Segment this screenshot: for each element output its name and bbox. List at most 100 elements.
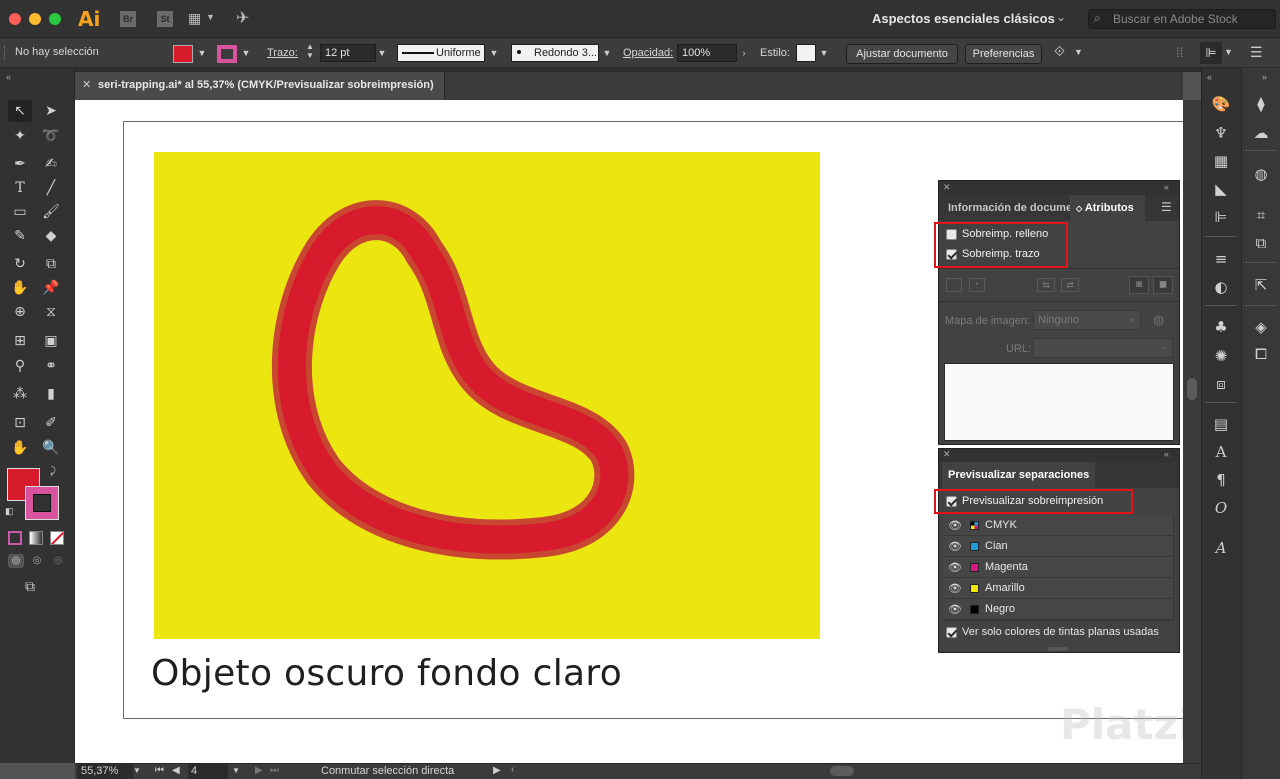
align-panel-icon[interactable]: ⊫ <box>1200 42 1222 64</box>
preferences-button[interactable]: Preferencias <box>965 44 1042 64</box>
overprint-preview-checkbox[interactable] <box>946 496 957 507</box>
chevron-down-icon[interactable]: ▼ <box>601 44 613 62</box>
draw-behind-icon[interactable]: ◎ <box>29 554 45 568</box>
minimize-window-button[interactable] <box>29 13 41 25</box>
draw-normal-icon[interactable]: ◎ <box>8 554 24 568</box>
chevron-down-icon[interactable]: ⌄ <box>1160 341 1168 352</box>
collapse-icon[interactable]: « <box>1164 182 1169 192</box>
spot-colors-only-label[interactable]: Ver solo colores de tintas planas usadas <box>962 626 1159 638</box>
shape-builder-tool-icon[interactable]: ⊕ <box>8 301 32 323</box>
separations-panel-header[interactable] <box>939 449 1179 463</box>
chevron-down-icon[interactable]: ▼ <box>1224 47 1233 57</box>
tab-attributes[interactable]: ◇ Atributos <box>1070 195 1145 221</box>
direct-selection-tool-icon[interactable]: ➤ <box>39 100 63 122</box>
eyedropper-tool-icon[interactable]: ⚲ <box>8 355 32 377</box>
scale-tool-icon[interactable]: ⧉ <box>39 253 63 275</box>
chevron-down-icon[interactable]: ⌄ <box>1128 313 1136 324</box>
line-tool-icon[interactable]: ╱ <box>39 177 63 199</box>
image-map-select[interactable]: Ninguno <box>1033 310 1141 330</box>
swap-fill-stroke-icon[interactable]: ⤸ <box>50 466 56 477</box>
rotate-tool-icon[interactable]: ↻ <box>8 253 32 275</box>
eye-icon[interactable]: 👁 <box>948 582 962 595</box>
artboards-panel-icon[interactable]: ⧠ <box>1250 343 1272 365</box>
stroke-weight-field[interactable]: 12 pt <box>320 44 376 62</box>
document-setup-button[interactable]: Ajustar documento <box>846 44 958 64</box>
reverse-path-icon[interactable]: ⇆ <box>1037 278 1055 292</box>
stroke-label[interactable]: Trazo: <box>267 47 298 59</box>
collapse-icon[interactable]: » <box>1262 72 1267 82</box>
pen-tool-icon[interactable]: ✒ <box>8 153 32 175</box>
overprint-preview-label[interactable]: Previsualizar sobreimpresión <box>962 495 1103 507</box>
appearance-panel-icon[interactable]: ✺ <box>1210 345 1232 367</box>
chevron-down-icon[interactable]: ▼ <box>133 766 141 775</box>
close-icon[interactable]: ✕ <box>943 449 951 460</box>
arrange-icon[interactable]: ⟐ <box>1054 43 1065 60</box>
transform-panel-icon[interactable]: ⌗ <box>1250 204 1272 226</box>
curvature-tool-icon[interactable]: ✍ <box>39 153 63 175</box>
fill-color-swatch[interactable] <box>173 45 193 63</box>
paragraph-panel-icon[interactable]: ¶ <box>1210 469 1232 491</box>
symbols-panel-icon[interactable]: ♣ <box>1210 316 1232 338</box>
browser-globe-icon[interactable]: ◍ <box>1153 312 1164 328</box>
menu-icon[interactable]: ☰ <box>1250 44 1263 61</box>
brushes-panel-icon[interactable]: ♆ <box>1210 122 1232 144</box>
graphic-styles-panel-icon[interactable]: ▤ <box>1210 413 1232 435</box>
opacity-label[interactable]: Opacidad: <box>623 47 673 59</box>
artboard-caption[interactable]: Objeto oscuro fondo claro <box>151 653 622 694</box>
workspace-switcher[interactable]: Aspectos esenciales clásicos <box>872 11 1055 26</box>
overprint-fill-label[interactable]: Sobreimp. relleno <box>962 228 1048 240</box>
collapse-icon[interactable]: « <box>6 72 11 82</box>
zoom-level-field[interactable]: 55,37% <box>81 765 118 777</box>
close-icon[interactable]: ✕ <box>943 182 951 193</box>
puppet-warp-tool-icon[interactable]: 📌 <box>39 277 63 299</box>
graphic-style-swatch[interactable] <box>796 44 816 62</box>
gradient-mode-icon[interactable] <box>29 531 43 545</box>
bridge-launcher[interactable]: Br <box>120 11 136 27</box>
opentype-panel-icon[interactable]: O <box>1210 497 1232 519</box>
spot-colors-only-checkbox[interactable] <box>946 627 957 638</box>
character-panel-icon[interactable]: A <box>1210 441 1232 463</box>
eraser-tool-icon[interactable]: ◆ <box>39 225 63 247</box>
hand-tool-icon[interactable]: ✋ <box>8 437 32 459</box>
document-tab-title[interactable]: seri-trapping.ai* al 55,37% (CMYK/Previs… <box>98 79 434 91</box>
libraries-panel-icon[interactable]: ⧫ <box>1250 93 1272 115</box>
last-artboard-icon[interactable]: ⏭ <box>270 765 279 776</box>
chevron-down-icon[interactable]: ▼ <box>818 44 830 62</box>
chevron-down-icon[interactable]: ▼ <box>232 766 240 775</box>
brush-select[interactable]: Redondo 3... <box>511 44 599 62</box>
warp-tool-icon[interactable]: ✋ <box>8 277 32 299</box>
stock-launcher[interactable]: St <box>157 11 173 27</box>
column-graph-tool-icon[interactable]: ▮ <box>39 383 63 405</box>
gradient-panel-icon[interactable]: ◣ <box>1210 178 1232 200</box>
zoom-tool-icon[interactable]: 🔍 <box>39 437 63 459</box>
fill-rule-evenodd-icon[interactable]: • <box>969 278 985 292</box>
arrange-documents-icon[interactable]: ▦ <box>188 10 201 27</box>
eye-icon[interactable]: 👁 <box>948 540 962 553</box>
align-panel-dock-icon[interactable]: ⊫ <box>1210 206 1232 228</box>
chevron-down-icon[interactable]: ▼ <box>1074 47 1083 57</box>
panel-menu-icon[interactable]: ☰ <box>1161 200 1172 214</box>
show-center-on-icon[interactable]: ◼ <box>1153 276 1173 294</box>
mesh-tool-icon[interactable]: ⊞ <box>8 330 32 352</box>
status-menu-arrow-icon[interactable]: ▶ <box>493 765 501 776</box>
shaper-tool-icon[interactable]: ✎ <box>8 225 32 247</box>
stock-search-input[interactable]: Buscar en Adobe Stock <box>1088 9 1276 29</box>
perspective-grid-tool-icon[interactable]: ⧖ <box>39 301 63 323</box>
chevron-down-icon[interactable]: ▼ <box>240 44 252 62</box>
stroke-panel-icon[interactable]: ≡ <box>1210 248 1232 270</box>
vertical-scrollbar-thumb[interactable] <box>1187 378 1197 400</box>
none-mode-icon[interactable] <box>50 531 64 545</box>
symbol-sprayer-tool-icon[interactable]: ⁂ <box>8 383 32 405</box>
notes-textarea[interactable] <box>944 363 1174 441</box>
export-panel-icon[interactable]: ⇱ <box>1250 274 1272 296</box>
magic-wand-tool-icon[interactable]: ✦ <box>8 125 32 147</box>
zoom-window-button[interactable] <box>49 13 61 25</box>
lasso-tool-icon[interactable]: ➰ <box>39 125 63 147</box>
slice-tool-icon[interactable]: ✐ <box>39 412 63 434</box>
url-field[interactable] <box>1033 338 1173 358</box>
scroll-left-icon[interactable]: ‹ <box>511 764 514 775</box>
artboard-tool-icon[interactable]: ⊡ <box>8 412 32 434</box>
transparency-panel-icon[interactable]: ◐ <box>1210 276 1232 298</box>
gpu-performance-icon[interactable]: ✈ <box>236 8 249 28</box>
stroke-weight-stepper[interactable]: ▲ ▼ <box>306 42 314 60</box>
